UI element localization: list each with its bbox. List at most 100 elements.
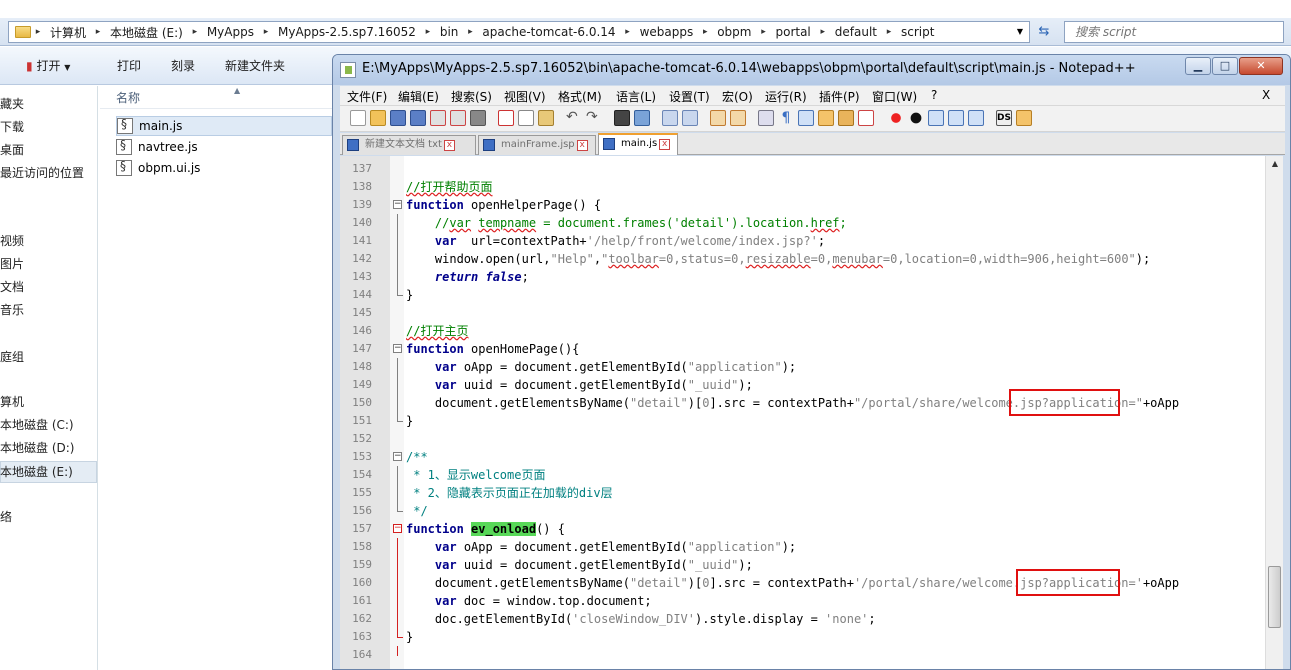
plugin-icon[interactable] bbox=[1016, 110, 1032, 126]
chevron-down-icon[interactable]: ▼ bbox=[1013, 24, 1027, 40]
ds-plugin-icon[interactable]: DS bbox=[996, 110, 1012, 126]
run-macro-multiple-icon[interactable] bbox=[948, 110, 964, 126]
indent-guide-icon[interactable] bbox=[798, 110, 814, 126]
menu-edit[interactable]: 编辑(E) bbox=[398, 88, 439, 105]
close-document-button[interactable]: X bbox=[1262, 88, 1270, 102]
tab-main-js[interactable]: main.js x bbox=[598, 133, 678, 155]
chevron-right-icon[interactable]: ▸ bbox=[259, 27, 273, 37]
new-folder-button[interactable]: 新建文件夹 bbox=[225, 57, 285, 75]
zoom-out-icon[interactable] bbox=[682, 110, 698, 126]
search-box[interactable] bbox=[1064, 21, 1284, 43]
copy-icon[interactable] bbox=[518, 110, 534, 126]
maximize-button[interactable]: □ bbox=[1212, 57, 1238, 75]
cut-icon[interactable] bbox=[498, 110, 514, 126]
breadcrumb-drive-e[interactable]: 本地磁盘 (E:) bbox=[105, 22, 188, 42]
scroll-up-icon[interactable]: ▲ bbox=[1266, 156, 1284, 172]
sync-vertical-icon[interactable] bbox=[710, 110, 726, 126]
menu-macro[interactable]: 宏(O) bbox=[722, 88, 753, 105]
breadcrumb-bin[interactable]: bin bbox=[435, 22, 464, 42]
save-icon[interactable] bbox=[390, 110, 406, 126]
open-button[interactable]: ▮ 打开 ▼ bbox=[26, 57, 70, 75]
minimize-button[interactable]: ▁ bbox=[1185, 57, 1211, 75]
nav-item-recent[interactable]: 最近访问的位置 bbox=[0, 163, 84, 183]
search-input[interactable] bbox=[1073, 23, 1273, 41]
address-field[interactable]: ▸ 计算机 ▸ 本地磁盘 (E:) ▸ MyApps ▸ MyApps-2.5.sp7… bbox=[8, 21, 1030, 43]
nav-item-drive-e[interactable]: 本地磁盘 (E:) bbox=[0, 462, 73, 482]
chevron-right-icon[interactable]: ▸ bbox=[882, 27, 896, 37]
breadcrumb-portal[interactable]: portal bbox=[770, 22, 815, 42]
title-bar[interactable]: E:\MyApps\MyApps-2.5.sp7.16052\bin\apach… bbox=[333, 55, 1290, 85]
breadcrumb-myapps[interactable]: MyApps bbox=[202, 22, 259, 42]
breadcrumb-obpm[interactable]: obpm bbox=[712, 22, 756, 42]
breadcrumb-default[interactable]: default bbox=[830, 22, 882, 42]
chevron-right-icon[interactable]: ▸ bbox=[698, 27, 712, 37]
fold-toggle-icon[interactable]: − bbox=[393, 452, 402, 461]
menu-language[interactable]: 语言(L) bbox=[616, 88, 656, 105]
chevron-right-icon[interactable]: ▸ bbox=[816, 27, 830, 37]
fold-toggle-icon[interactable]: − bbox=[393, 344, 402, 353]
nav-item-pictures[interactable]: 图片 bbox=[0, 254, 24, 274]
nav-item-computer[interactable]: 算机 bbox=[0, 392, 24, 412]
close-file-icon[interactable] bbox=[430, 110, 446, 126]
menu-settings[interactable]: 设置(T) bbox=[669, 88, 710, 105]
print-button[interactable]: 打印 bbox=[117, 57, 141, 75]
new-file-icon[interactable] bbox=[350, 110, 366, 126]
replace-icon[interactable] bbox=[634, 110, 650, 126]
menu-file[interactable]: 文件(F) bbox=[347, 88, 387, 105]
nav-item-music[interactable]: 音乐 bbox=[0, 300, 24, 320]
chevron-right-icon[interactable]: ▸ bbox=[91, 27, 105, 37]
function-list-icon[interactable] bbox=[858, 110, 874, 126]
sync-horizontal-icon[interactable] bbox=[730, 110, 746, 126]
close-tab-icon[interactable]: x bbox=[659, 139, 671, 150]
undo-icon[interactable]: ↶ bbox=[566, 110, 582, 126]
paste-icon[interactable] bbox=[538, 110, 554, 126]
chevron-right-icon[interactable]: ▸ bbox=[621, 27, 635, 37]
nav-item-desktop[interactable]: 桌面 bbox=[0, 140, 24, 160]
nav-item-drive-c[interactable]: 本地磁盘 (C:) bbox=[0, 415, 74, 435]
breadcrumb-computer[interactable]: 计算机 bbox=[45, 22, 91, 42]
menu-view[interactable]: 视图(V) bbox=[504, 88, 546, 105]
column-header-name[interactable]: 名称 bbox=[116, 89, 140, 106]
nav-item-homegroup[interactable]: 庭组 bbox=[0, 347, 24, 367]
save-all-icon[interactable] bbox=[410, 110, 426, 126]
menu-run[interactable]: 运行(R) bbox=[765, 88, 807, 105]
menu-search[interactable]: 搜索(S) bbox=[451, 88, 492, 105]
nav-item-favorites[interactable]: 藏夹 bbox=[0, 94, 24, 114]
vertical-scrollbar[interactable]: ▲ bbox=[1265, 156, 1284, 669]
word-wrap-icon[interactable] bbox=[758, 110, 774, 126]
nav-item-network[interactable]: 络 bbox=[0, 507, 12, 527]
menu-window[interactable]: 窗口(W) bbox=[872, 88, 917, 105]
chevron-right-icon[interactable]: ▸ bbox=[756, 27, 770, 37]
fold-toggle-icon[interactable]: − bbox=[393, 524, 402, 533]
stop-macro-icon[interactable] bbox=[908, 110, 924, 126]
chevron-right-icon[interactable]: ▸ bbox=[31, 27, 45, 37]
refresh-icon[interactable]: ⇆ bbox=[1036, 23, 1052, 41]
nav-item-downloads[interactable]: 下载 bbox=[0, 117, 24, 137]
print-icon[interactable] bbox=[470, 110, 486, 126]
file-item-obpm-ui-js[interactable]: obpm.ui.js bbox=[116, 158, 200, 178]
breadcrumb-script[interactable]: script bbox=[896, 22, 939, 42]
close-button[interactable]: ✕ bbox=[1239, 57, 1283, 75]
menu-plugins[interactable]: 插件(P) bbox=[819, 88, 860, 105]
breadcrumb-myapps-version[interactable]: MyApps-2.5.sp7.16052 bbox=[273, 22, 421, 42]
burn-button[interactable]: 刻录 bbox=[171, 57, 195, 75]
scrollbar-thumb[interactable] bbox=[1268, 566, 1281, 628]
nav-item-documents[interactable]: 文档 bbox=[0, 277, 24, 297]
menu-format[interactable]: 格式(M) bbox=[558, 88, 602, 105]
close-tab-icon[interactable]: x bbox=[443, 140, 455, 151]
find-icon[interactable] bbox=[614, 110, 630, 126]
breadcrumb-webapps[interactable]: webapps bbox=[635, 22, 699, 42]
tab-new-text-document[interactable]: 新建文本文档 txt x bbox=[342, 135, 476, 155]
file-item-navtree-js[interactable]: navtree.js bbox=[116, 137, 198, 157]
file-item-main-js[interactable]: main.js bbox=[116, 116, 332, 136]
code-editor[interactable]: 137 138 //打开帮助页面 139 − function openHelp… bbox=[340, 156, 1265, 669]
play-macro-icon[interactable] bbox=[928, 110, 944, 126]
tab-mainframe-jsp[interactable]: mainFrame.jsp x bbox=[478, 135, 596, 155]
breadcrumb-tomcat[interactable]: apache-tomcat-6.0.14 bbox=[477, 22, 620, 42]
close-tab-icon[interactable]: x bbox=[576, 140, 588, 151]
show-all-characters-icon[interactable]: ¶ bbox=[778, 110, 794, 126]
user-language-icon[interactable] bbox=[818, 110, 834, 126]
chevron-right-icon[interactable]: ▸ bbox=[188, 27, 202, 37]
zoom-in-icon[interactable] bbox=[662, 110, 678, 126]
close-all-icon[interactable] bbox=[450, 110, 466, 126]
